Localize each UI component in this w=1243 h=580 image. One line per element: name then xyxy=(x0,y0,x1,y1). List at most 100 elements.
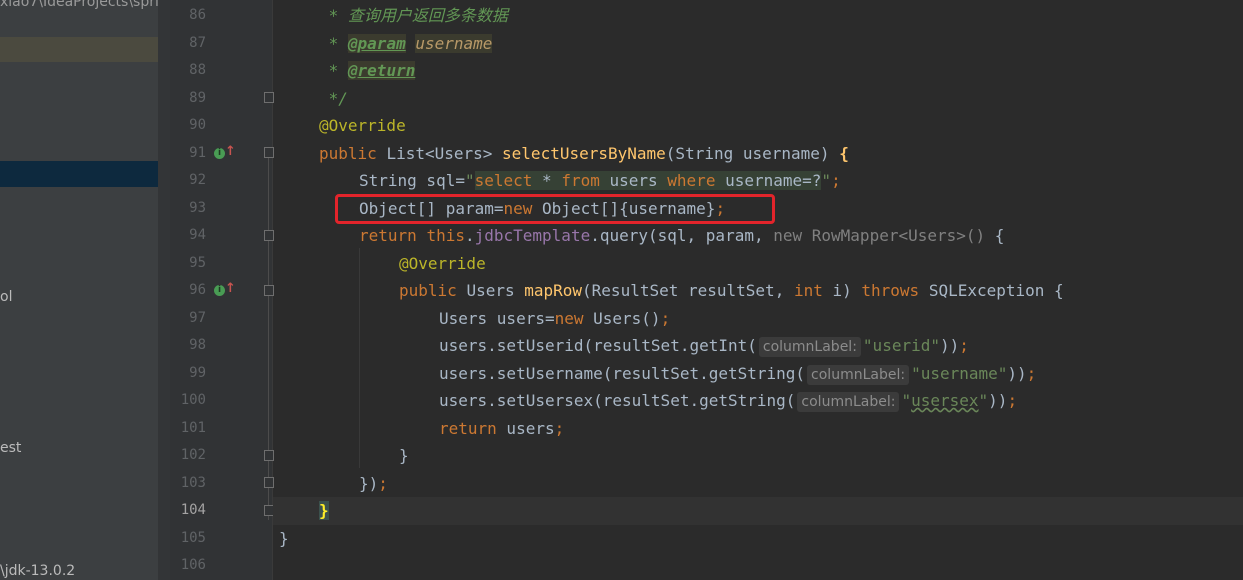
tree-scrollbar[interactable] xyxy=(158,0,170,580)
line-number: 100 xyxy=(180,392,206,408)
keyword: int xyxy=(793,281,823,300)
brace: { xyxy=(839,144,849,163)
code-line-102: } xyxy=(399,442,409,470)
overrides-arrow-icon[interactable]: ↑ xyxy=(225,282,236,296)
brace: } xyxy=(279,529,289,548)
code-line-101: return users; xyxy=(439,415,564,443)
typo-string: usersex xyxy=(911,391,979,410)
line-number: 98 xyxy=(189,337,206,353)
override-marker-icon[interactable]: i xyxy=(214,285,225,296)
editor-gutter: 86 87 88 89 90 91 92 93 94 95 96 97 98 9… xyxy=(170,0,274,580)
code-text: . xyxy=(464,226,475,245)
code-line-86: * 查询用户返回多条数据 xyxy=(319,2,508,30)
code-text: )) xyxy=(1007,364,1027,383)
code-text: Users users= xyxy=(439,309,555,328)
code-line-99: users.setUsername(resultSet.getString(co… xyxy=(439,360,1036,388)
comment: * 查询用户返回多条数据 xyxy=(319,6,508,25)
code-text: users.setUsersex(resultSet.getString( xyxy=(439,391,796,410)
tree-row-highlight[interactable] xyxy=(0,37,158,62)
javadoc-param-name: username xyxy=(415,34,493,53)
project-tree-panel: xiao7\IdeaProjects\spri ol est \jdk-13.0… xyxy=(0,0,158,580)
keyword: public xyxy=(319,144,387,163)
code-line-87: * @param username xyxy=(319,30,493,58)
anonymous-class: new RowMapper<Users>() xyxy=(773,226,986,245)
code-text: Users() xyxy=(583,309,661,328)
line-number: 103 xyxy=(180,475,206,491)
code-text: users xyxy=(496,419,555,438)
semicolon: ; xyxy=(554,419,565,438)
matched-brace: } xyxy=(319,501,329,520)
keyword: public xyxy=(399,281,467,300)
method-name: mapRow xyxy=(524,281,583,300)
tree-item[interactable]: ol xyxy=(0,289,12,305)
method-name: selectUsersByName xyxy=(502,144,666,163)
line-number: 94 xyxy=(189,227,206,243)
code-text: { xyxy=(985,226,1005,245)
tree-item[interactable]: est xyxy=(0,440,21,456)
comment: */ xyxy=(319,89,348,108)
code-editor[interactable]: * 查询用户返回多条数据 * @param username * @return… xyxy=(273,0,1243,580)
code-line-105: } xyxy=(279,525,289,553)
code-line-92: String sql="select * from users where us… xyxy=(359,167,841,195)
annotation-highlight-box xyxy=(335,194,775,224)
code-line-104: } xyxy=(319,497,329,525)
parameter-hint: columnLabel: xyxy=(758,336,861,357)
code-text: SQLException { xyxy=(919,281,1064,300)
keyword: return xyxy=(359,226,427,245)
sql-keyword: select xyxy=(474,171,533,190)
javadoc-tag: @return xyxy=(347,61,416,80)
code-line-88: * @return xyxy=(319,57,416,85)
override-marker-icon[interactable]: i xyxy=(214,148,225,159)
code-line-91: public List<Users> selectUsersByName(Str… xyxy=(319,140,849,168)
field: jdbcTemplate xyxy=(474,226,591,245)
jdk-entry[interactable]: \jdk-13.0.2 xyxy=(0,563,75,579)
string: " xyxy=(464,171,475,190)
code-text: users.setUsername(resultSet.getString( xyxy=(439,364,806,383)
code-line-95: @Override xyxy=(399,250,486,278)
indent-guide xyxy=(359,248,360,468)
code-text: }) xyxy=(359,474,379,493)
code-line-103: }); xyxy=(359,470,388,498)
semicolon: ; xyxy=(1007,391,1018,410)
annotation: @Override xyxy=(319,116,406,135)
code-text: )) xyxy=(988,391,1008,410)
string: " xyxy=(901,391,912,410)
brace: } xyxy=(399,446,409,465)
line-number: 97 xyxy=(189,310,206,326)
code-text: String sql= xyxy=(359,171,465,190)
string: "userid" xyxy=(862,336,940,355)
comment: * xyxy=(319,34,348,53)
javadoc-tag: @param xyxy=(347,34,406,53)
fold-guide xyxy=(268,150,269,520)
params: i) xyxy=(822,281,862,300)
current-line-number: 104 xyxy=(180,502,206,518)
code-line-100: users.setUsersex(resultSet.getString(col… xyxy=(439,387,1017,415)
code-text: .query(sql, param, xyxy=(590,226,774,245)
semicolon: ; xyxy=(831,171,841,190)
line-number: 87 xyxy=(189,35,206,51)
keyword: return xyxy=(439,419,497,438)
line-number: 88 xyxy=(189,62,206,78)
tree-row-selected[interactable] xyxy=(0,161,158,187)
sql-keyword: from xyxy=(561,171,600,190)
semicolon: ; xyxy=(959,336,969,355)
string: " xyxy=(978,391,989,410)
sql-keyword: where xyxy=(667,171,716,190)
parameter-hint: columnLabel: xyxy=(797,391,900,412)
line-number: 91 xyxy=(189,145,206,161)
keyword: new xyxy=(554,309,584,328)
line-number: 95 xyxy=(189,255,206,271)
line-number: 99 xyxy=(189,365,206,381)
line-number: 92 xyxy=(189,172,206,188)
line-number: 101 xyxy=(180,420,206,436)
type: List<Users> xyxy=(386,144,503,163)
overrides-arrow-icon[interactable]: ↑ xyxy=(225,145,236,159)
semicolon: ; xyxy=(378,474,388,493)
parameter-hint: columnLabel: xyxy=(807,364,910,385)
line-number: 105 xyxy=(180,530,206,546)
line-number: 90 xyxy=(189,117,206,133)
code-line-90: @Override xyxy=(319,112,406,140)
params: (ResultSet resultSet, xyxy=(582,281,794,300)
sql-text: users xyxy=(599,171,668,190)
code-line-97: Users users=new Users(); xyxy=(439,305,670,333)
